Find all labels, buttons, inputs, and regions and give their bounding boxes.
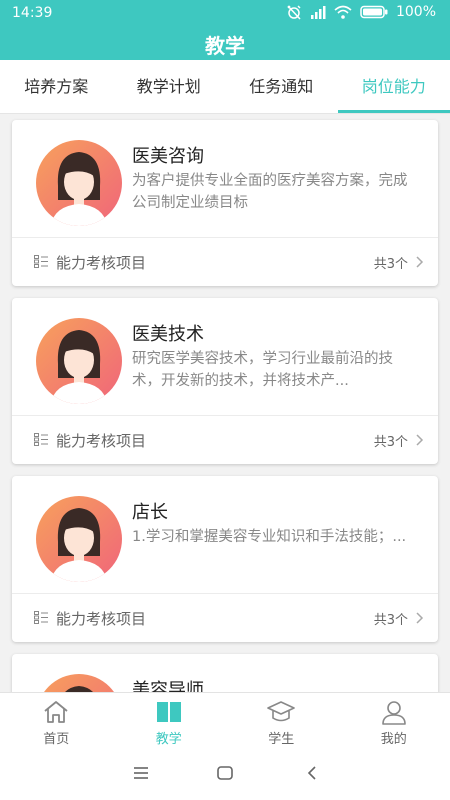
list-icon [34,255,48,268]
item-count: 共3个 [373,435,408,450]
competency-card[interactable]: 店长 1.学习和掌握美容专业知识和手法技能；... 能力考核项目 共3个 [12,476,438,642]
competency-card[interactable]: 医美咨询 为客户提供专业全面的医疗美容方案，完成公司制定业绩目标 能力考核项目 … [12,120,438,286]
bottom-nav: 首页 教学 学生 我的 [0,692,450,750]
competency-card[interactable]: 美容导师 [12,654,438,692]
item-count: 共3个 [373,257,408,272]
nav-students-label: 学生 [268,732,295,747]
wifi-icon [334,5,352,19]
list-icon [34,611,48,624]
tab-bar: 培养方案 教学计划 任务通知 岗位能力 [0,60,450,114]
nav-teaching-label: 教学 [155,732,182,747]
graduation-cap-icon [267,701,296,722]
card-title: 医美咨询 [132,146,204,167]
battery-percent: 100% [395,4,436,20]
nav-mine[interactable]: 我的 [338,693,450,750]
alarm-off-icon [287,5,301,20]
nav-home-label: 首页 [43,732,70,747]
battery-icon [360,5,388,19]
card-description: 1.学习和掌握美容专业知识和手法技能；... [132,529,407,545]
card-title: 店长 [132,502,168,523]
avatar [44,674,114,692]
signal-icon [310,6,326,19]
tab-teaching-plan[interactable]: 教学计划 [113,60,226,113]
status-time: 14:39 [12,5,53,21]
system-nav-bar [0,750,450,800]
card-description: 研究医学美容技术，学习行业最前沿的技术，开发新的技术，并将技术产... [132,351,393,389]
page-title: 教学 [205,34,245,58]
book-icon [156,702,181,723]
nav-students[interactable]: 学生 [225,693,338,750]
avatar [36,140,122,226]
card-footer[interactable]: 能力考核项目 共3个 [12,594,438,642]
avatar [36,496,122,582]
app-header: 14:39 100% 教学 [0,0,450,60]
card-footer[interactable]: 能力考核项目 共3个 [12,416,438,464]
status-icons: 100% [286,4,436,20]
nav-mine-label: 我的 [380,732,407,747]
competency-card[interactable]: 医美技术 研究医学美容技术，学习行业最前沿的技术，开发新的技术，并将技术产...… [12,298,438,464]
card-body[interactable]: 医美咨询 为客户提供专业全面的医疗美容方案，完成公司制定业绩目标 [12,120,438,238]
card-body[interactable]: 店长 1.学习和掌握美容专业知识和手法技能；... [12,476,438,594]
menu-icon[interactable] [133,766,149,780]
assessment-label: 能力考核项目 [56,610,147,628]
nav-home[interactable]: 首页 [0,693,113,750]
user-icon [381,701,406,725]
chevron-right-icon [416,434,424,446]
card-body[interactable]: 医美技术 研究医学美容技术，学习行业最前沿的技术，开发新的技术，并将技术产... [12,298,438,416]
nav-teaching[interactable]: 教学 [113,693,226,750]
card-title: 医美技术 [132,324,204,345]
card-description: 为客户提供专业全面的医疗美容方案，完成公司制定业绩目标 [132,173,408,211]
chevron-right-icon [416,612,424,624]
competency-list: 医美咨询 为客户提供专业全面的医疗美容方案，完成公司制定业绩目标 能力考核项目 … [0,114,450,692]
item-count: 共3个 [373,613,408,628]
status-bar: 14:39 100% [0,0,450,26]
home-button-icon[interactable] [217,766,233,780]
card-body[interactable]: 美容导师 [12,654,438,692]
tab-job-competency[interactable]: 岗位能力 [337,60,450,113]
tab-training-plan[interactable]: 培养方案 [0,60,113,113]
assessment-label: 能力考核项目 [56,432,147,450]
assessment-label: 能力考核项目 [56,254,147,272]
list-icon [34,433,48,446]
chevron-right-icon [416,256,424,268]
card-footer[interactable]: 能力考核项目 共3个 [12,238,438,286]
tab-task-notice[interactable]: 任务通知 [225,60,338,113]
avatar [36,318,122,404]
back-icon[interactable] [306,766,318,780]
home-icon [44,701,68,723]
card-title: 美容导师 [132,680,204,692]
